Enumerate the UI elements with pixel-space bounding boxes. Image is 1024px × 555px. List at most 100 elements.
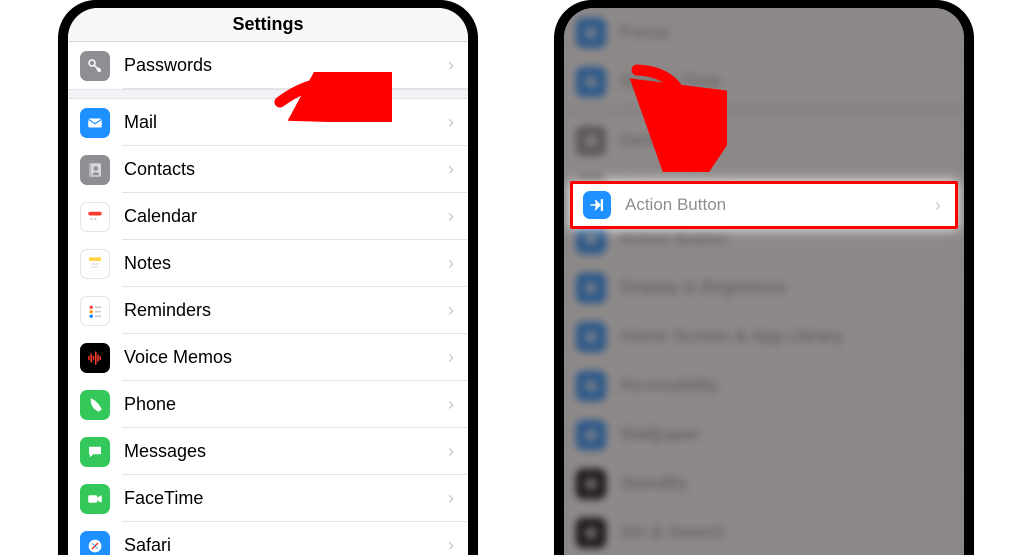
row-label: Siri & Search	[620, 522, 944, 543]
volume-up-button	[554, 115, 555, 171]
comparison-stage: Settings Passwords›Mail›Contacts›Calenda…	[0, 0, 1024, 555]
safari-icon	[80, 531, 110, 555]
contacts-icon	[80, 155, 110, 185]
row-label: Messages	[124, 441, 448, 462]
chevron-right-icon: ›	[944, 326, 950, 347]
general-icon	[576, 126, 606, 156]
chevron-right-icon: ›	[944, 473, 950, 494]
volume-up-button	[58, 115, 59, 171]
chevron-right-icon: ›	[944, 228, 950, 249]
group-divider	[68, 89, 468, 99]
action-button-icon	[583, 191, 611, 219]
row-label: FaceTime	[124, 488, 448, 509]
row-voice-memos[interactable]: Voice Memos›	[68, 334, 468, 381]
chevron-right-icon: ›	[944, 375, 950, 396]
row-safari[interactable]: Safari›	[68, 522, 468, 555]
row-label: Safari	[124, 535, 448, 555]
phone-left: Settings Passwords›Mail›Contacts›Calenda…	[58, 0, 478, 555]
row-standby[interactable]: StandBy›	[564, 459, 964, 508]
volume-down-button	[58, 185, 59, 241]
row-label: Notes	[124, 253, 448, 274]
row-label: Action Button	[620, 228, 944, 249]
row-reminders[interactable]: Reminders›	[68, 287, 468, 334]
chevron-right-icon: ›	[448, 253, 454, 274]
row-siri-search[interactable]: Siri & Search›	[564, 508, 964, 555]
row-screen-time[interactable]: Screen Time›	[564, 57, 964, 106]
chevron-right-icon: ›	[944, 130, 950, 151]
chevron-right-icon: ›	[448, 394, 454, 415]
focus-icon	[576, 18, 606, 48]
row-messages[interactable]: Messages›	[68, 428, 468, 475]
settings-header: Settings	[68, 8, 468, 42]
row-label: Accessibility	[620, 375, 944, 396]
row-focus[interactable]: Focus›	[564, 8, 964, 57]
facetime-icon	[80, 484, 110, 514]
row-notes[interactable]: Notes›	[68, 240, 468, 287]
voice-memos-icon	[80, 343, 110, 373]
standby-icon	[576, 469, 606, 499]
row-label: Calendar	[124, 206, 448, 227]
row-calendar[interactable]: Calendar›	[68, 193, 468, 240]
row-label: Screen Time	[620, 71, 944, 92]
row-label: Wallpaper	[620, 424, 944, 445]
row-label: Home Screen & App Library	[620, 326, 944, 347]
row-general[interactable]: General›	[564, 116, 964, 165]
row-mail[interactable]: Mail›	[68, 99, 468, 146]
chevron-right-icon: ›	[448, 112, 454, 133]
row-label: Passwords	[124, 55, 448, 76]
row-label: Contacts	[124, 159, 448, 180]
volume-down-button	[554, 185, 555, 241]
page-title: Settings	[232, 14, 303, 35]
row-wallpaper[interactable]: Wallpaper›	[564, 410, 964, 459]
row-passwords[interactable]: Passwords›	[68, 42, 468, 89]
chevron-right-icon: ›	[944, 424, 950, 445]
row-contacts[interactable]: Contacts›	[68, 146, 468, 193]
screen-right: Focus›Screen Time›General›Control Center…	[564, 8, 964, 555]
accessibility-icon	[576, 371, 606, 401]
chevron-right-icon: ›	[448, 441, 454, 462]
chevron-right-icon: ›	[944, 277, 950, 298]
screen-left: Settings Passwords›Mail›Contacts›Calenda…	[68, 8, 468, 555]
reminders-icon	[80, 296, 110, 326]
row-label: Phone	[124, 394, 448, 415]
chevron-right-icon: ›	[448, 535, 454, 555]
chevron-right-icon: ›	[448, 55, 454, 76]
row-label: Display & Brightness	[620, 277, 944, 298]
chevron-right-icon: ›	[448, 488, 454, 509]
row-label: StandBy	[620, 473, 944, 494]
screen-time-icon	[576, 67, 606, 97]
chevron-right-icon: ›	[448, 300, 454, 321]
chevron-right-icon: ›	[935, 195, 941, 216]
row-label: General	[620, 130, 944, 151]
settings-list-right[interactable]: Focus›Screen Time›General›Control Center…	[564, 8, 964, 555]
wallpaper-icon	[576, 420, 606, 450]
row-label: Voice Memos	[124, 347, 448, 368]
row-facetime[interactable]: FaceTime›	[68, 475, 468, 522]
display-brightness-icon	[576, 273, 606, 303]
chevron-right-icon: ›	[448, 159, 454, 180]
row-display-brightness[interactable]: Display & Brightness›	[564, 263, 964, 312]
group-divider	[564, 106, 964, 116]
power-button	[973, 140, 974, 230]
row-home-screen-app-library[interactable]: Home Screen & App Library›	[564, 312, 964, 361]
messages-icon	[80, 437, 110, 467]
row-label: Action Button	[625, 195, 935, 215]
chevron-right-icon: ›	[944, 71, 950, 92]
row-label: Focus	[620, 22, 944, 43]
chevron-right-icon: ›	[944, 22, 950, 43]
phone-icon	[80, 390, 110, 420]
key-icon	[80, 51, 110, 81]
phone-right: Focus›Screen Time›General›Control Center…	[554, 0, 974, 555]
chevron-right-icon: ›	[944, 522, 950, 543]
chevron-right-icon: ›	[448, 347, 454, 368]
chevron-right-icon: ›	[448, 206, 454, 227]
row-label: Mail	[124, 112, 448, 133]
row-phone[interactable]: Phone›	[68, 381, 468, 428]
row-accessibility[interactable]: Accessibility›	[564, 361, 964, 410]
notes-icon	[80, 249, 110, 279]
row-action-button[interactable]: Action Button ›	[570, 181, 958, 229]
settings-list-left[interactable]: Passwords›Mail›Contacts›Calendar›Notes›R…	[68, 42, 468, 555]
power-button	[477, 140, 478, 230]
home-screen-app-library-icon	[576, 322, 606, 352]
row-label: Reminders	[124, 300, 448, 321]
